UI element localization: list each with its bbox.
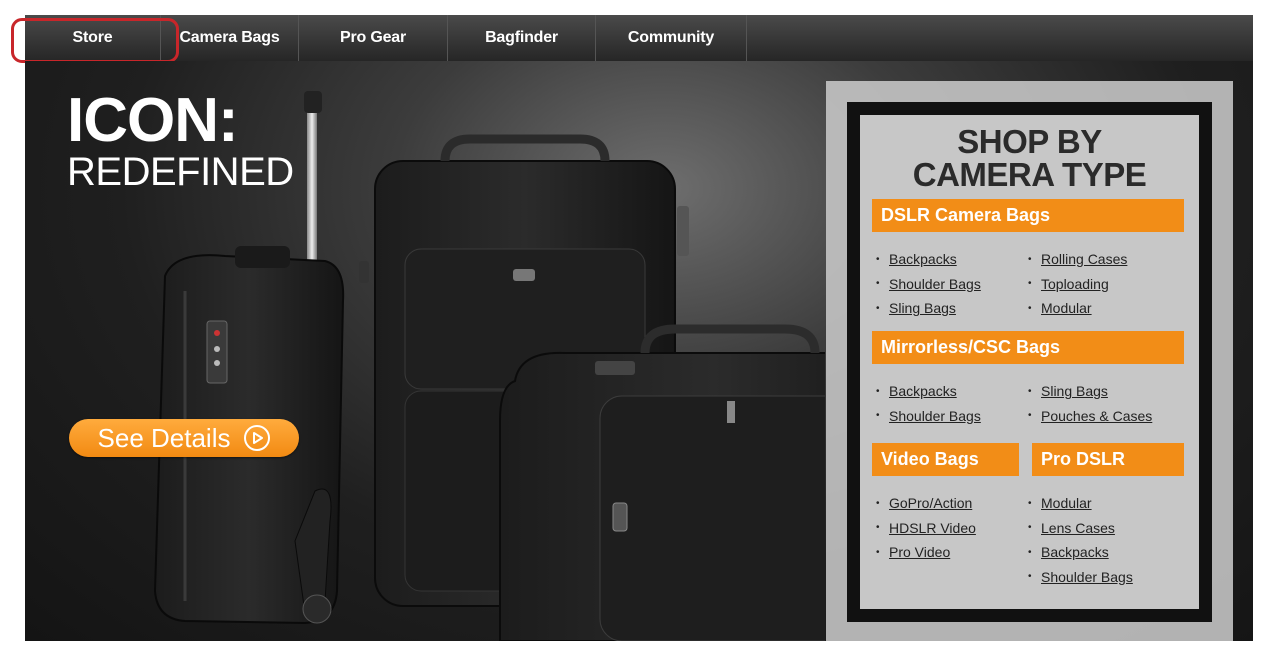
- video-links: • GoPro/Action • HDSLR Video • Pro Video: [876, 495, 976, 561]
- shop-title-line1: SHOP BY: [957, 123, 1102, 160]
- play-circle-icon: [244, 425, 271, 451]
- nav-store[interactable]: Store: [25, 15, 161, 61]
- dslr-category-header[interactable]: DSLR Camera Bags: [872, 199, 1184, 232]
- nav-pro-gear[interactable]: Pro Gear: [299, 15, 448, 61]
- dslr-link-sling-bags[interactable]: Sling Bags: [889, 300, 956, 316]
- main-nav: Store Camera Bags Pro Gear Bagfinder Com…: [25, 15, 1253, 61]
- nav-bagfinder[interactable]: Bagfinder: [448, 15, 596, 61]
- dslr-link-toploading[interactable]: Toploading: [1041, 276, 1109, 292]
- shop-title-line2: CAMERA TYPE: [912, 156, 1147, 193]
- see-details-button[interactable]: See Details: [69, 419, 299, 457]
- mirrorless-link-shoulder-bags[interactable]: Shoulder Bags: [889, 408, 981, 424]
- mirrorless-link-sling-bags[interactable]: Sling Bags: [1041, 383, 1108, 399]
- video-category-header[interactable]: Video Bags: [872, 443, 1019, 476]
- pro-dslr-category-header[interactable]: Pro DSLR: [1032, 443, 1184, 476]
- pro-dslr-link-modular[interactable]: Modular: [1041, 495, 1092, 511]
- hero-banner: ICON: REDEFINED See Details SHOP BY CAME…: [25, 61, 1253, 641]
- dslr-links-right: • Rolling Cases • Toploading • Modular: [1028, 251, 1128, 317]
- pro-dslr-link-lens-cases[interactable]: Lens Cases: [1041, 520, 1115, 536]
- pro-dslr-link-shoulder-bags[interactable]: Shoulder Bags: [1041, 569, 1133, 585]
- hero-title-line2: REDEFINED: [67, 150, 294, 194]
- shop-panel-frame: SHOP BY CAMERA TYPE DSLR Camera Bags • Ba…: [847, 102, 1212, 622]
- dslr-link-modular[interactable]: Modular: [1041, 300, 1092, 316]
- mirrorless-links-left: • Backpacks • Shoulder Bags: [876, 383, 981, 424]
- dslr-links-left: • Backpacks • Shoulder Bags • Sling Bags: [876, 251, 981, 317]
- video-link-hdslr-video[interactable]: HDSLR Video: [889, 520, 976, 536]
- shop-title: SHOP BY CAMERA TYPE: [860, 125, 1199, 191]
- nav-camera-bags[interactable]: Camera Bags: [161, 15, 299, 61]
- mirrorless-link-pouches-cases[interactable]: Pouches & Cases: [1041, 408, 1152, 424]
- pro-dslr-links: • Modular • Lens Cases • Backpacks • Shoulde…: [1028, 495, 1133, 585]
- dslr-link-rolling-cases[interactable]: Rolling Cases: [1041, 251, 1127, 267]
- hero-title-line1: ICON:: [67, 86, 239, 155]
- nav-community[interactable]: Community: [596, 15, 747, 61]
- video-link-pro-video[interactable]: Pro Video: [889, 544, 950, 560]
- see-details-label: See Details: [97, 422, 231, 453]
- video-link-gopro-action[interactable]: GoPro/Action: [889, 495, 972, 511]
- mirrorless-category-header[interactable]: Mirrorless/CSC Bags: [872, 331, 1184, 364]
- dslr-link-backpacks[interactable]: Backpacks: [889, 251, 957, 267]
- mirrorless-links-right: • Sling Bags • Pouches & Cases: [1028, 383, 1153, 424]
- dslr-link-shoulder-bags[interactable]: Shoulder Bags: [889, 276, 981, 292]
- pro-dslr-link-backpacks[interactable]: Backpacks: [1041, 544, 1109, 560]
- shop-by-camera-panel: SHOP BY CAMERA TYPE DSLR Camera Bags • Ba…: [826, 81, 1233, 641]
- shop-panel-inner: SHOP BY CAMERA TYPE DSLR Camera Bags • Ba…: [860, 115, 1199, 609]
- mirrorless-link-backpacks[interactable]: Backpacks: [889, 383, 957, 399]
- hero-title: ICON: REDEFINED: [67, 86, 294, 194]
